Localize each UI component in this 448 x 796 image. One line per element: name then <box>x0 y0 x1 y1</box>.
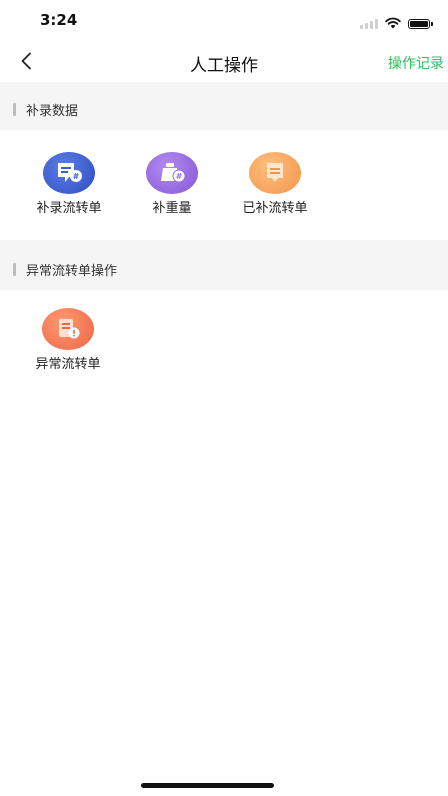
item-label: 异常流转单 <box>35 357 101 372</box>
abnormal-transfer-sheet-button[interactable]: 异常流转单 <box>16 308 120 372</box>
status-bar: 3:24 <box>0 0 448 40</box>
item-label: 补录流转单 <box>36 201 102 216</box>
status-icons <box>360 14 433 33</box>
supplement-transfer-sheet-button[interactable]: # 补录流转单 <box>17 152 121 216</box>
item-label: 补重量 <box>152 201 192 216</box>
section-header-supplement-data: 补录数据 <box>0 88 448 130</box>
section-title: 补录数据 <box>26 103 79 119</box>
item-label: 已补流转单 <box>242 201 308 216</box>
section-marker <box>13 102 16 116</box>
supplement-weight-icon: # <box>146 152 198 194</box>
signal-icon <box>360 18 378 29</box>
supplement-transfer-sheet-icon: # <box>43 152 95 194</box>
svg-text:#: # <box>176 172 183 181</box>
supplemented-transfer-sheet-icon <box>249 152 301 194</box>
svg-text:#: # <box>73 172 80 181</box>
section-marker <box>13 262 16 276</box>
separator <box>0 240 448 248</box>
page-title: 人工操作 <box>190 56 258 76</box>
home-indicator[interactable] <box>141 783 274 788</box>
supplemented-transfer-sheet-button[interactable]: 已补流转单 <box>223 152 327 216</box>
operation-records-button[interactable]: 操作记录 <box>388 53 444 73</box>
supplement-weight-button[interactable]: # 补重量 <box>120 152 224 216</box>
section-title: 异常流转单操作 <box>26 263 118 279</box>
section-header-abnormal-operations: 异常流转单操作 <box>0 248 448 290</box>
status-time: 3:24 <box>40 11 78 29</box>
navigation-bar: 人工操作 操作记录 <box>0 40 448 82</box>
wifi-icon <box>385 14 401 33</box>
battery-icon <box>408 18 433 29</box>
abnormal-transfer-sheet-icon <box>42 308 94 350</box>
